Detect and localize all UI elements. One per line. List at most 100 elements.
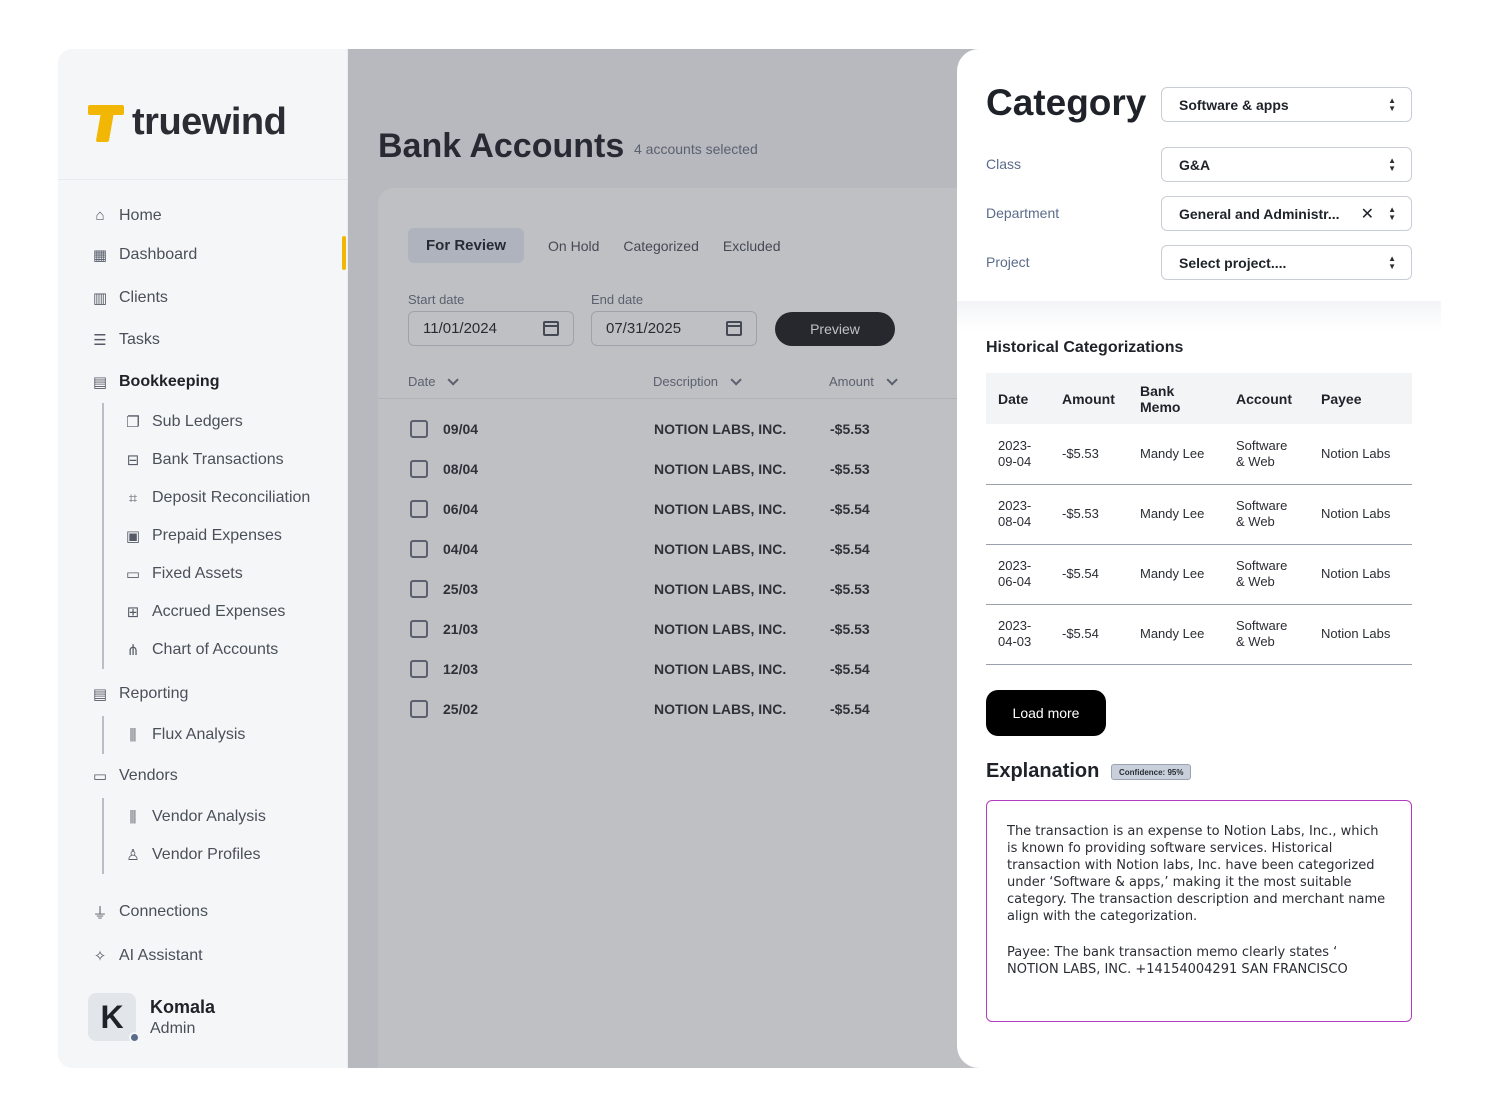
cell-amount: -$5.54 (1050, 544, 1128, 605)
user-role: Admin (150, 1019, 196, 1037)
load-more-button[interactable]: Load more (986, 690, 1106, 736)
user-profile[interactable]: K Komala Admin (88, 993, 216, 1043)
explanation-paragraph: Payee: The bank transaction memo clearly… (1007, 945, 1348, 977)
cell-amount: -$5.53 (1050, 424, 1128, 485)
table-row: 2023-09-04 -$5.53 Mandy Lee Software & Web N… (986, 424, 1412, 485)
cell-account: Software & Web (1224, 604, 1309, 665)
building-icon: ▥ (92, 290, 108, 307)
sidebar-item-label: Deposit Reconciliation (152, 489, 311, 506)
cell-amount: -$5.53 (1050, 484, 1128, 545)
sidebar-item-home[interactable]: ⌂ Home (58, 199, 348, 232)
cell-memo: Mandy Lee (1128, 424, 1224, 485)
sidebar-item-dashboard[interactable]: ▦ Dashboard (58, 232, 348, 277)
sidebar-item-label: Vendor Analysis (152, 808, 266, 825)
cell-payee: Notion Labs (1309, 484, 1412, 545)
sidebar-item-fixed-assets[interactable]: ▭ Fixed Assets (104, 555, 348, 593)
chevron-up-down-icon: ▲ ▼ (1388, 95, 1396, 113)
plus-doc-icon: ⊞ (126, 604, 140, 621)
laptop-icon: ▭ (125, 566, 141, 583)
person-icon: ♙ (126, 847, 140, 864)
sidebar-item-label: Vendor Profiles (152, 846, 261, 863)
sidebar-item-tasks[interactable]: ☰ Tasks (58, 319, 348, 361)
sidebar-item-connections[interactable]: ⏚ Connections (58, 890, 348, 934)
cell-date-text: 2023-09-04 (998, 437, 1032, 469)
copy-icon: ❐ (126, 414, 140, 431)
sparkle-icon: ✧ (93, 948, 107, 965)
sidebar-item-ai-assistant[interactable]: ✧ AI Assistant (58, 934, 348, 978)
historical-categorizations-title: Historical Categorizations (986, 339, 1184, 356)
cell-memo: Mandy Lee (1128, 544, 1224, 605)
sidebar-item-vendor-analysis[interactable]: ⫼ Vendor Analysis (104, 798, 348, 836)
sidebar-item-bookkeeping[interactable]: ▤ Bookkeeping (58, 361, 348, 403)
project-select[interactable]: Select project.... ▲ ▼ (1161, 245, 1412, 280)
avatar: K (88, 993, 140, 1043)
cell-date-text: 2023-08-04 (998, 498, 1032, 529)
avatar-initial: K (100, 998, 124, 1035)
sidebar-item-flux-analysis[interactable]: ⫼ Flux Analysis (104, 716, 348, 754)
bookkeeping-submenu: ❐ Sub Ledgers ⊟ Bank Transactions ⌗ Depo… (102, 403, 348, 669)
cell-payee: Notion Labs (1309, 544, 1412, 605)
explanation-textarea[interactable]: The transaction is an expense to Notion … (986, 800, 1412, 1022)
vendors-submenu: ⫼ Vendor Analysis ♙ Vendor Profiles (102, 798, 348, 874)
sidebar-item-clients[interactable]: ▥ Clients (58, 277, 348, 319)
sidebar-item-label: Fixed Assets (152, 565, 243, 582)
sidebar-item-vendors[interactable]: ▭ Vendors (58, 754, 348, 798)
project-label: Project (986, 254, 1030, 270)
category-title: Category (986, 82, 1147, 123)
sidebar-item-label: Clients (119, 289, 168, 306)
book-icon: ▤ (92, 374, 108, 391)
home-icon: ⌂ (95, 207, 105, 224)
scan-icon: ⌗ (128, 489, 138, 507)
sidebar-item-reporting[interactable]: ▤ Reporting (58, 671, 348, 716)
logo[interactable]: truewind (88, 101, 287, 144)
bar-chart-icon: ⫼ (129, 726, 137, 744)
sidebar-item-sub-ledgers[interactable]: ❐ Sub Ledgers (104, 403, 348, 441)
cell-memo: Mandy Lee (1128, 604, 1224, 665)
cell-account-text: Software & Web (1236, 498, 1288, 529)
sidebar-item-label: Vendors (119, 767, 178, 784)
card-icon: ▭ (92, 768, 108, 785)
sidebar-item-deposit-reconciliation[interactable]: ⌗ Deposit Reconciliation (104, 479, 348, 517)
table-row: 2023-06-04 -$5.54 Mandy Lee Software & Web N… (986, 544, 1412, 605)
sidebar-item-label: Accrued Expenses (152, 603, 286, 620)
chevron-up-down-icon: ▲ ▼ (1388, 253, 1396, 271)
sidebar-item-bank-transactions[interactable]: ⊟ Bank Transactions (104, 441, 348, 479)
app-window: truewind ⌂ Home ▦ Dashboard ▥ Clients ☰ … (58, 49, 1441, 1068)
cell-account: Software & Web (1224, 484, 1309, 545)
column-header-amount: Amount (1050, 373, 1128, 424)
cell-account-text: Software & Web (1236, 437, 1288, 469)
report-icon: ▤ (92, 685, 108, 703)
sidebar-item-prepaid-expenses[interactable]: ▣ Prepaid Expenses (104, 517, 348, 555)
cell-date: 2023-06-04 (986, 544, 1050, 605)
chevron-up-down-icon: ▲ ▼ (1388, 204, 1396, 222)
sidebar-item-label: Dashboard (119, 245, 198, 263)
cell-memo: Mandy Lee (1128, 484, 1224, 545)
explanation-paragraph: The transaction is an expense to Notion … (1007, 824, 1386, 924)
sidebar-item-label: AI Assistant (119, 947, 203, 964)
plug-icon: ⏚ (92, 904, 108, 922)
explanation-title: Explanation (986, 760, 1100, 782)
historical-table: Date Amount Bank Memo Account Payee 2023… (986, 373, 1412, 665)
status-dot (129, 1032, 140, 1043)
user-name: Komala (150, 996, 216, 1017)
cell-payee: Notion Labs (1309, 424, 1412, 485)
sidebar-item-label: Prepaid Expenses (152, 527, 282, 544)
column-header-bank-memo: Bank Memo (1128, 373, 1224, 424)
clear-icon[interactable]: ✕ (1361, 204, 1374, 224)
sidebar-item-accrued-expenses[interactable]: ⊞ Accrued Expenses (104, 593, 348, 631)
sidebar-item-chart-of-accounts[interactable]: ⋔ Chart of Accounts (104, 631, 348, 669)
department-select[interactable]: General and Administr... ✕ ▲ ▼ (1161, 196, 1412, 231)
sidebar-item-vendor-profiles[interactable]: ♙ Vendor Profiles (104, 836, 348, 874)
cell-account-text: Software & Web (1236, 558, 1288, 589)
class-select[interactable]: G&A ▲ ▼ (1161, 147, 1412, 182)
sidebar-item-label: Connections (119, 903, 208, 920)
bar-chart-icon: ⫼ (129, 808, 137, 826)
category-value: Software & apps (1179, 96, 1289, 113)
sidebar-item-label: Home (119, 206, 162, 224)
sidebar-nav: ⌂ Home ▦ Dashboard ▥ Clients ☰ Tasks ▤ B… (58, 199, 348, 978)
cell-date: 2023-08-04 (986, 484, 1050, 545)
sidebar-item-label: Sub Ledgers (152, 413, 243, 430)
category-select[interactable]: Software & apps ▲ ▼ (1161, 87, 1412, 122)
department-label: Department (986, 205, 1060, 221)
column-header-account: Account (1224, 373, 1309, 424)
